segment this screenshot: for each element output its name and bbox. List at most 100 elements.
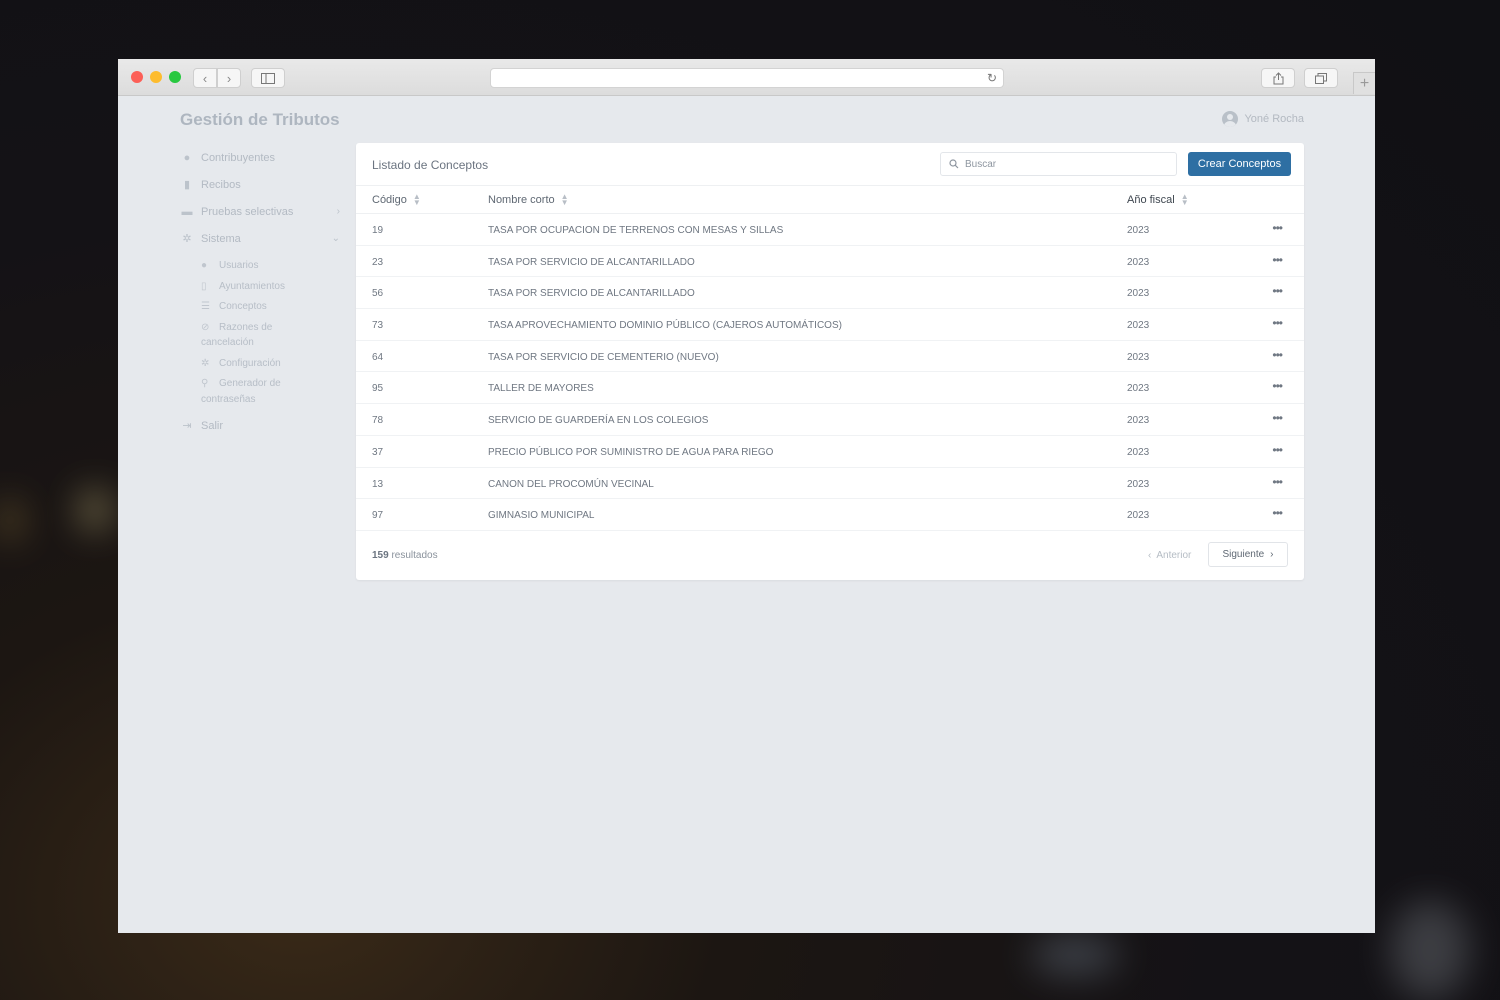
ban-icon: ⊘ bbox=[201, 321, 210, 333]
column-header-year[interactable]: Año fiscal ▲ ▼ bbox=[1127, 192, 1189, 207]
more-actions-icon[interactable]: ••• bbox=[1272, 348, 1283, 362]
close-window-button[interactable] bbox=[131, 71, 143, 83]
sidebar-item-usuarios[interactable]: ● Usuarios bbox=[201, 258, 340, 274]
cell-year: 2023 bbox=[1127, 510, 1150, 522]
sort-icon: ▲ ▼ bbox=[1180, 192, 1189, 207]
sidebar-item-salir[interactable]: ⇥ Salir bbox=[180, 412, 340, 439]
search-input[interactable] bbox=[965, 158, 1155, 170]
cell-code: 19 bbox=[372, 225, 384, 236]
table-row[interactable]: 95 TALLER DE MAYORES 2023 ••• bbox=[356, 372, 1304, 405]
chevron-right-icon: › bbox=[336, 206, 340, 217]
sidebar-item-ayuntamientos[interactable]: ▯ Ayuntamientos bbox=[201, 279, 340, 295]
sistema-submenu: ● Usuarios ▯ Ayuntamientos ☰ Conceptos ⊘… bbox=[180, 258, 340, 407]
sidebar-item-conceptos[interactable]: ☰ Conceptos bbox=[201, 299, 340, 315]
user-icon: ● bbox=[201, 260, 208, 271]
document-icon: ▮ bbox=[183, 179, 191, 191]
cell-name: TASA POR OCUPACION DE TERRENOS CON MESAS… bbox=[488, 225, 784, 236]
new-tab-button[interactable]: + bbox=[1353, 72, 1375, 94]
chevron-right-icon: › bbox=[1270, 549, 1274, 560]
maximize-window-button[interactable] bbox=[169, 71, 181, 83]
cell-name: TASA POR SERVICIO DE CEMENTERIO (NUEVO) bbox=[488, 351, 719, 363]
more-actions-icon[interactable]: ••• bbox=[1272, 506, 1283, 520]
sidebar-item-label: Ayuntamientos bbox=[219, 280, 285, 292]
more-actions-icon[interactable]: ••• bbox=[1272, 253, 1283, 267]
more-actions-icon[interactable]: ••• bbox=[1272, 411, 1283, 425]
forward-button[interactable]: › bbox=[217, 68, 241, 88]
app-page: Gestión de Tributos Yoné Rocha ● Contrib… bbox=[118, 96, 1375, 933]
share-icon bbox=[1273, 71, 1283, 84]
cell-code: 78 bbox=[372, 415, 384, 427]
table-row[interactable]: 13 CANON DEL PROCOMÚN VECINAL 2023 ••• bbox=[356, 468, 1304, 500]
more-actions-icon[interactable]: ••• bbox=[1272, 316, 1283, 330]
cell-name: GIMNASIO MUNICIPAL bbox=[488, 510, 595, 522]
sidebar-item-configuracion[interactable]: ✲ Configuración bbox=[201, 356, 340, 372]
cell-code: 23 bbox=[372, 256, 384, 268]
column-header-code[interactable]: Código ▲ ▼ bbox=[372, 192, 421, 207]
cell-name: TASA POR SERVICIO DE ALCANTARILLADO bbox=[488, 288, 695, 300]
cell-code: 97 bbox=[372, 510, 384, 522]
sidebar-item-recibos[interactable]: ▮ Recibos bbox=[180, 171, 340, 198]
sidebar-item-label: Sistema bbox=[201, 232, 241, 245]
card-footer: 159 resultados ‹ Anterior Siguiente › bbox=[356, 530, 1304, 580]
table-row[interactable]: 97 GIMNASIO MUNICIPAL 2023 ••• bbox=[356, 499, 1304, 531]
sidebar-item-razones-cancelacion[interactable]: ⊘ Razones de cancelación bbox=[182, 320, 297, 351]
address-bar[interactable]: ↻ bbox=[490, 68, 1004, 88]
sidebar-item-label: Usuarios bbox=[219, 260, 259, 271]
chevron-down-icon: ⌄ bbox=[331, 233, 340, 244]
previous-page-button[interactable]: ‹ Anterior bbox=[1148, 550, 1191, 561]
cell-code: 56 bbox=[372, 288, 384, 300]
cell-year: 2023 bbox=[1127, 446, 1150, 458]
sidebar-item-sistema[interactable]: ✲ Sistema ⌄ bbox=[180, 225, 340, 252]
back-button[interactable]: ‹ bbox=[193, 68, 217, 88]
browser-window: ‹ › ↻ + Gestión de Tributos Yoné Rocha ●… bbox=[118, 59, 1375, 933]
sidebar-item-contribuyentes[interactable]: ● Contribuyentes bbox=[180, 144, 340, 171]
more-actions-icon[interactable]: ••• bbox=[1272, 221, 1283, 235]
sidebar-item-generador-contrasenas[interactable]: ⚲ Generador de contraseñas bbox=[182, 376, 292, 407]
next-page-button[interactable]: Siguiente › bbox=[1208, 542, 1288, 567]
cell-name: TASA POR SERVICIO DE ALCANTARILLADO bbox=[488, 256, 695, 268]
table-header: Código ▲ ▼ Nombre corto ▲ ▼ Año fiscal ▲ ▼ bbox=[356, 186, 1304, 214]
table-row[interactable]: 64 TASA POR SERVICIO DE CEMENTERIO (NUEVO… bbox=[356, 341, 1304, 373]
create-concepts-button[interactable]: Crear Conceptos bbox=[1188, 152, 1291, 176]
sidebar-toggle-button[interactable] bbox=[251, 68, 285, 88]
user-menu[interactable]: Yoné Rocha bbox=[1222, 111, 1304, 127]
table-row[interactable]: 23 TASA POR SERVICIO DE ALCANTARILLADO 202… bbox=[356, 246, 1304, 278]
plus-icon: + bbox=[1359, 74, 1370, 92]
background-light bbox=[80, 490, 110, 530]
minimize-window-button[interactable] bbox=[150, 71, 162, 83]
previous-label: Anterior bbox=[1156, 550, 1192, 561]
cell-year: 2023 bbox=[1127, 351, 1150, 363]
sidebar-item-label: Conceptos bbox=[219, 301, 267, 312]
gear-icon: ✲ bbox=[182, 233, 192, 245]
column-label: Nombre corto bbox=[488, 194, 555, 206]
tabs-icon bbox=[1315, 72, 1327, 84]
list-icon: ☰ bbox=[201, 301, 210, 312]
cell-name: TASA APROVECHAMIENTO DOMINIO PÚBLICO (CA… bbox=[488, 320, 842, 332]
results-number: 159 bbox=[372, 550, 389, 561]
sidebar-item-label: Recibos bbox=[201, 178, 241, 191]
results-label: resultados bbox=[391, 550, 438, 561]
sort-icon: ▲ ▼ bbox=[412, 192, 421, 207]
sidebar-item-label: Salir bbox=[201, 419, 224, 432]
tabs-overview-button[interactable] bbox=[1304, 68, 1338, 88]
table-body: 19 TASA POR OCUPACION DE TERRENOS CON MES… bbox=[356, 214, 1304, 531]
share-button[interactable] bbox=[1261, 68, 1295, 88]
table-row[interactable]: 19 TASA POR OCUPACION DE TERRENOS CON MES… bbox=[356, 214, 1304, 246]
table-row[interactable]: 78 SERVICIO DE GUARDERÍA EN LOS COLEGIOS 2… bbox=[356, 404, 1304, 436]
cell-code: 95 bbox=[372, 383, 384, 395]
more-actions-icon[interactable]: ••• bbox=[1272, 443, 1283, 457]
user-icon: ● bbox=[183, 151, 191, 164]
table-row[interactable]: 37 PRECIO PÚBLICO POR SUMINISTRO DE AGUA … bbox=[356, 436, 1304, 468]
table-row[interactable]: 73 TASA APROVECHAMIENTO DOMINIO PÚBLICO (… bbox=[356, 309, 1304, 341]
more-actions-icon[interactable]: ••• bbox=[1272, 379, 1283, 393]
sidebar-item-pruebas-selectivas[interactable]: ▬ Pruebas selectivas › bbox=[180, 198, 341, 225]
more-actions-icon[interactable]: ••• bbox=[1272, 284, 1283, 298]
table-row[interactable]: 56 TASA POR SERVICIO DE ALCANTARILLADO 202… bbox=[356, 277, 1304, 310]
background-light bbox=[0, 500, 20, 540]
reload-icon[interactable]: ↻ bbox=[987, 71, 997, 85]
sidebar-item-label: Contribuyentes bbox=[201, 151, 275, 164]
user-name: Yoné Rocha bbox=[1244, 113, 1304, 125]
background-light bbox=[1030, 935, 1120, 975]
column-header-name[interactable]: Nombre corto ▲ ▼ bbox=[488, 193, 569, 207]
more-actions-icon[interactable]: ••• bbox=[1272, 475, 1283, 489]
